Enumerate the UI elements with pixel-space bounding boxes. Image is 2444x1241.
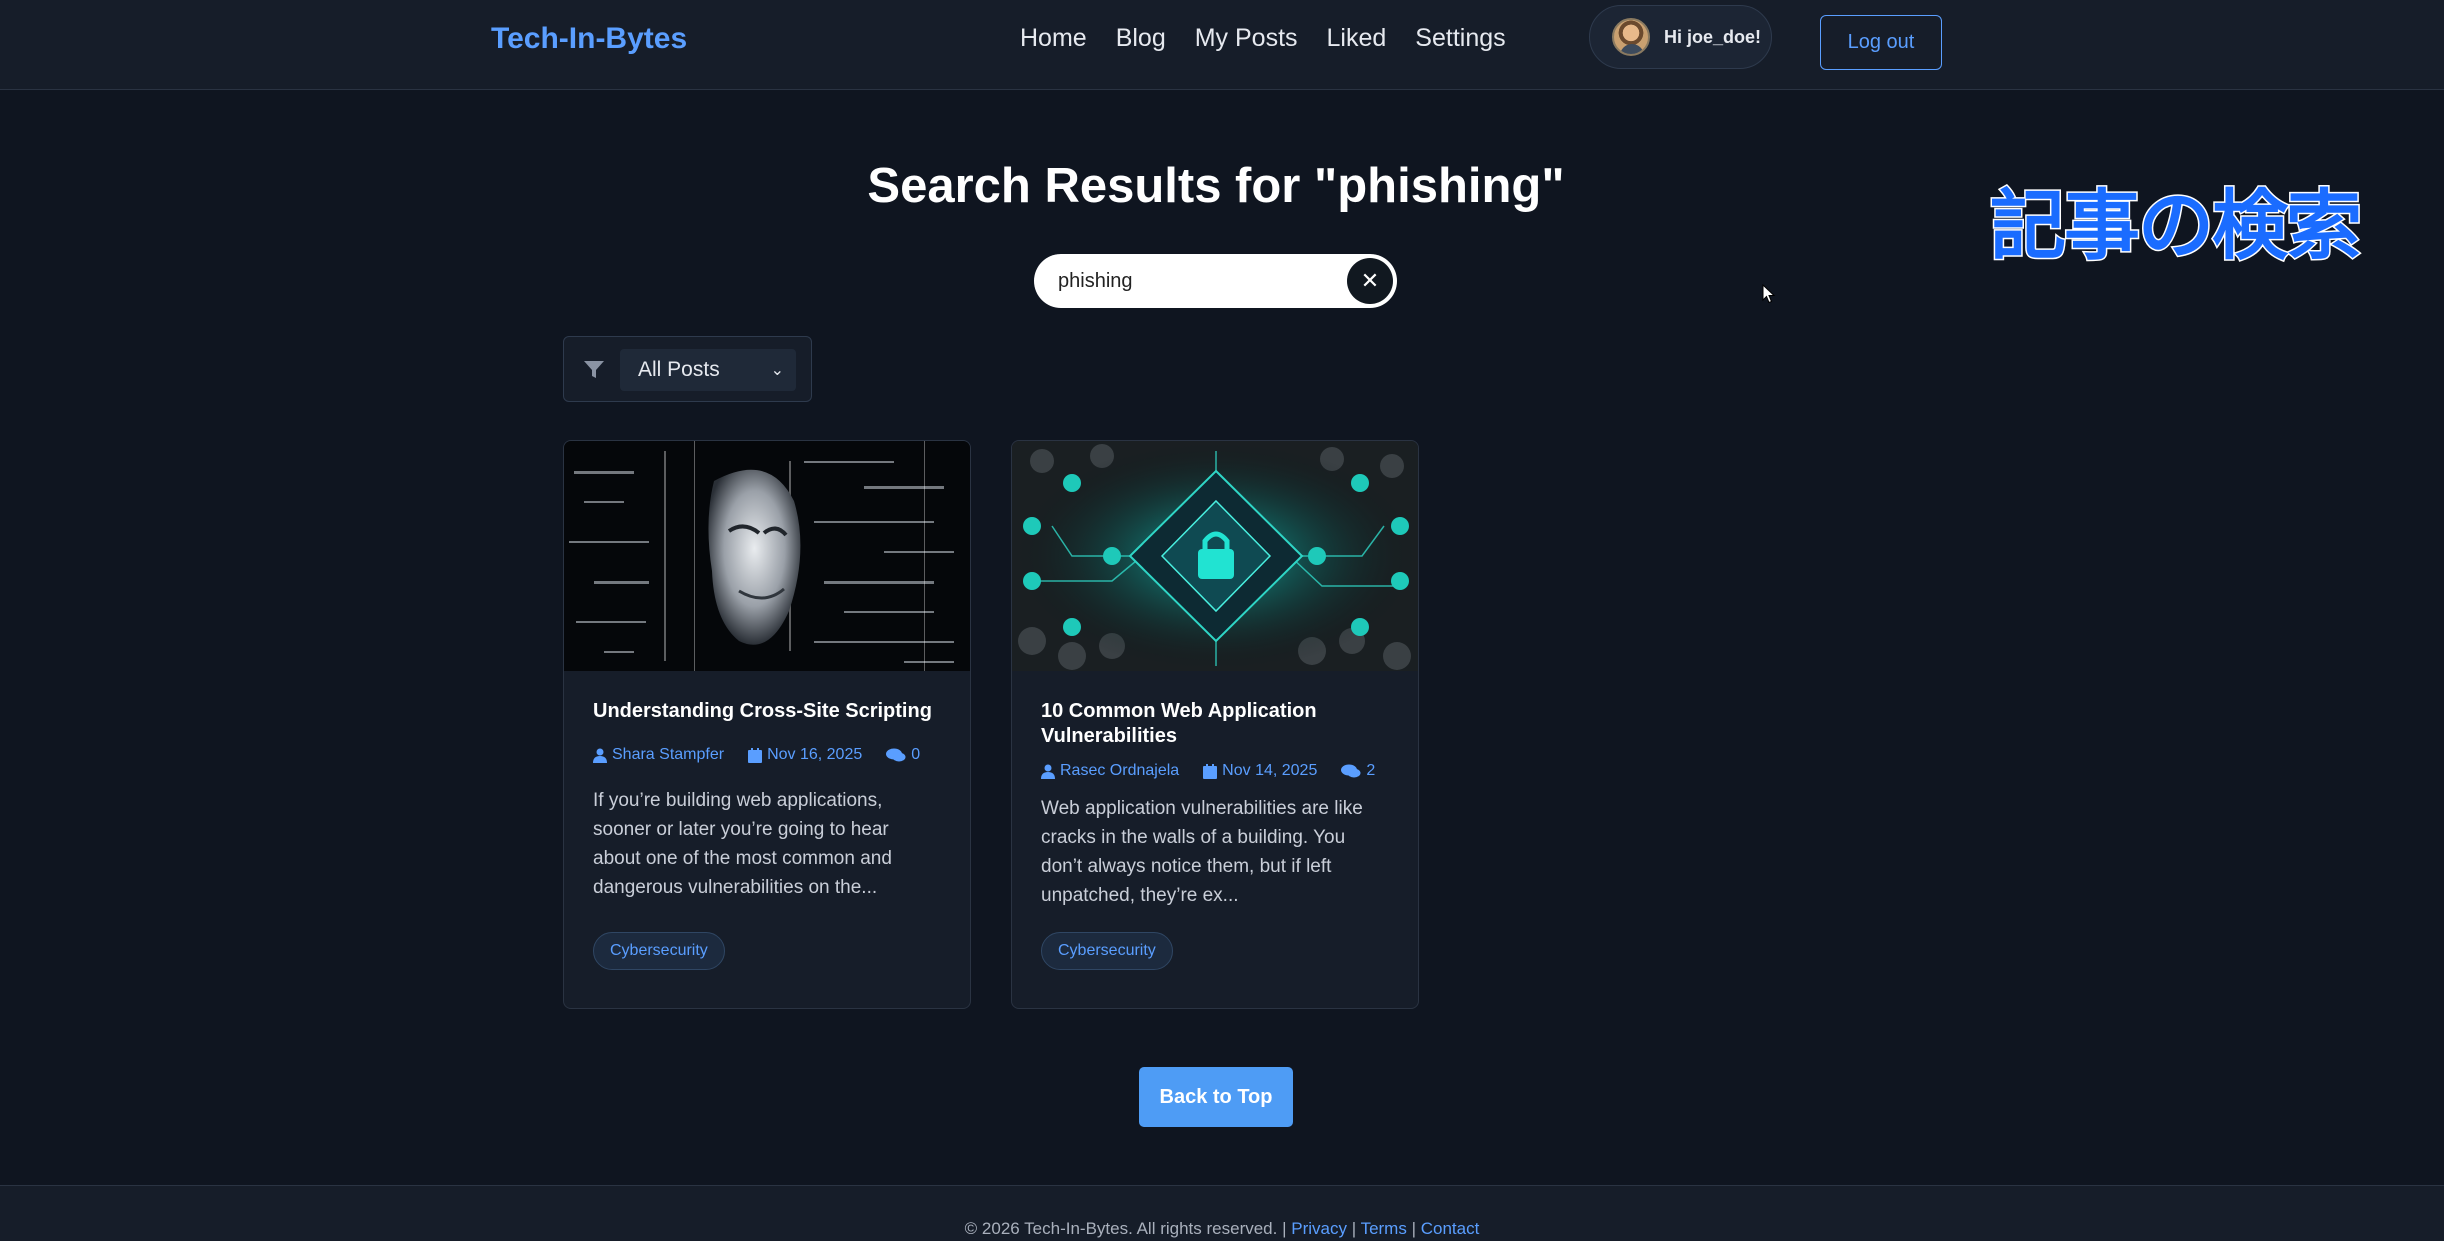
post-comments: 0 <box>886 746 920 764</box>
nav-link-settings[interactable]: Settings <box>1415 24 1505 53</box>
avatar <box>1612 18 1650 56</box>
post-excerpt: If you’re building web applications, soo… <box>593 790 892 898</box>
footer-copyright: © 2026 Tech-In-Bytes. All rights reserve… <box>964 1219 1278 1238</box>
search-box: ✕ <box>1034 254 1397 308</box>
post-thumbnail <box>564 441 970 671</box>
nav-link-liked[interactable]: Liked <box>1327 24 1387 53</box>
post-date: Nov 16, 2025 <box>748 746 862 764</box>
post-title[interactable]: 10 Common Web Application Vulnerabilitie… <box>1041 699 1396 749</box>
post-author[interactable]: Shara Stampfer <box>593 746 724 764</box>
post-author[interactable]: Rasec Ordnajela <box>1041 762 1179 780</box>
post-comments-count: 0 <box>911 746 921 763</box>
post-card[interactable]: 10 Common Web Application Vulnerabilitie… <box>1011 440 1419 1009</box>
clear-search-button[interactable]: ✕ <box>1347 258 1393 304</box>
search-input[interactable] <box>1058 265 1328 297</box>
page-title: Search Results for "phishing" <box>867 159 1565 213</box>
post-excerpt: Web application vulnerabilities are like… <box>1041 798 1363 906</box>
post-comments: 2 <box>1341 762 1375 780</box>
post-comments-count: 2 <box>1366 762 1376 779</box>
chevron-down-icon: ⌄ <box>770 362 784 379</box>
calendar-icon <box>1203 763 1218 779</box>
calendar-icon <box>748 747 763 763</box>
top-navbar: Tech-In-Bytes Home Blog My Posts Liked S… <box>0 0 2444 90</box>
nav-links: Home Blog My Posts Liked Settings <box>1020 24 1535 53</box>
logout-button[interactable]: Log out <box>1820 15 1942 70</box>
post-date-text: Nov 14, 2025 <box>1222 762 1318 779</box>
comments-icon <box>886 748 906 761</box>
back-to-top-button[interactable]: Back to Top <box>1139 1067 1293 1127</box>
footer-link-terms[interactable]: Terms <box>1361 1219 1407 1238</box>
post-tag[interactable]: Cybersecurity <box>593 932 725 970</box>
overlay-caption: 記事の検索 <box>1989 180 2364 272</box>
post-meta: Shara Stampfer Nov 16, 2025 0 <box>593 746 970 764</box>
post-thumbnail <box>1012 441 1418 671</box>
user-icon <box>1041 764 1055 779</box>
filter-bar: All Posts ⌄ <box>563 336 812 402</box>
footer: © 2026 Tech-In-Bytes. All rights reserve… <box>0 1185 2444 1241</box>
post-card[interactable]: Understanding Cross-Site Scripting Shara… <box>563 440 971 1009</box>
post-tag[interactable]: Cybersecurity <box>1041 932 1173 970</box>
close-icon: ✕ <box>1360 268 1380 293</box>
nav-link-blog[interactable]: Blog <box>1116 24 1166 53</box>
nav-link-home[interactable]: Home <box>1020 24 1087 53</box>
brand-logo[interactable]: Tech-In-Bytes <box>491 22 687 56</box>
post-date-text: Nov 16, 2025 <box>767 746 863 763</box>
post-date: Nov 14, 2025 <box>1203 762 1317 780</box>
footer-separator: | <box>1351 1219 1361 1238</box>
post-author-name: Shara Stampfer <box>612 746 725 763</box>
post-author-name: Rasec Ordnajela <box>1060 762 1180 779</box>
user-menu[interactable]: Hi joe_doe! <box>1589 5 1772 69</box>
footer-link-contact[interactable]: Contact <box>1421 1219 1480 1238</box>
footer-separator: | <box>1411 1219 1421 1238</box>
post-title[interactable]: Understanding Cross-Site Scripting <box>593 699 948 724</box>
mouse-cursor-icon <box>1762 284 1776 304</box>
comments-icon <box>1341 764 1361 777</box>
filter-selected-value: All Posts <box>638 358 720 381</box>
post-filter-select[interactable]: All Posts ⌄ <box>620 349 796 391</box>
nav-link-my-posts[interactable]: My Posts <box>1195 24 1298 53</box>
footer-link-privacy[interactable]: Privacy <box>1291 1219 1347 1238</box>
user-icon <box>593 748 607 763</box>
filter-icon <box>584 361 604 378</box>
footer-separator: | <box>1282 1219 1292 1238</box>
user-greeting: Hi joe_doe! <box>1664 26 1762 47</box>
post-meta: Rasec Ordnajela Nov 14, 2025 2 <box>1041 762 1418 780</box>
